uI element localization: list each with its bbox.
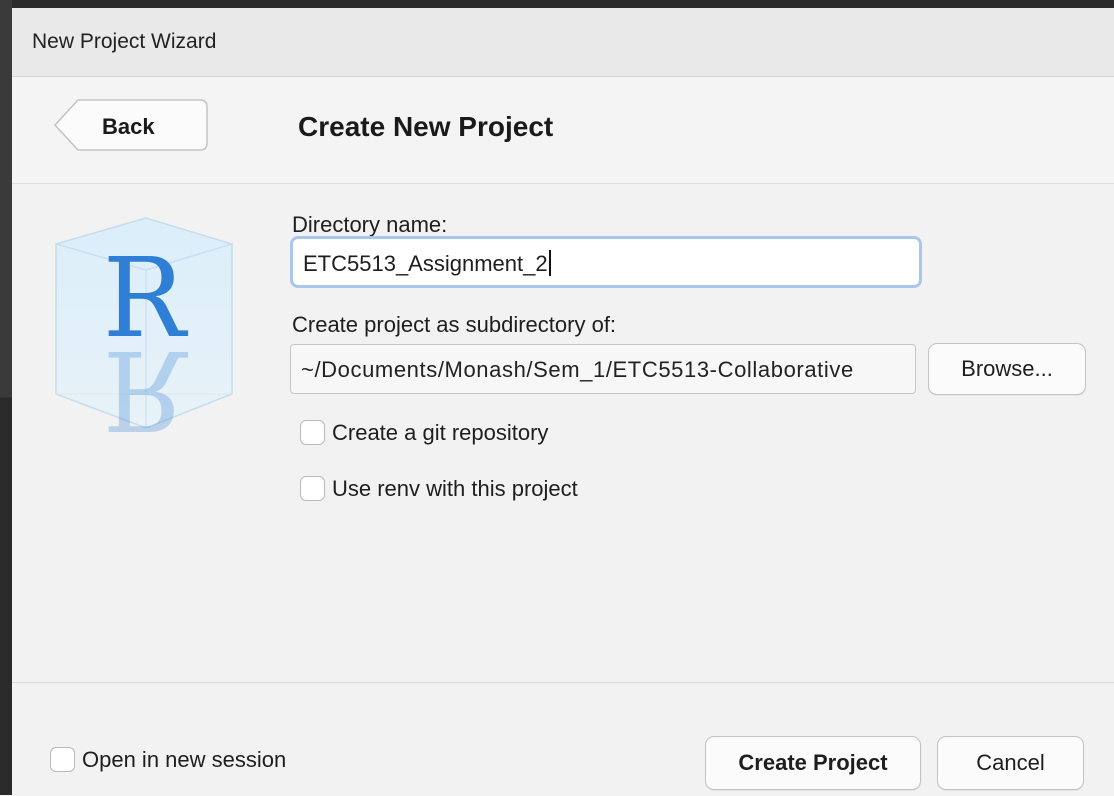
git-repository-checkbox[interactable] — [300, 420, 325, 445]
new-session-checkbox[interactable] — [50, 747, 75, 772]
title-bar: New Project Wizard — [12, 8, 1114, 77]
subdirectory-path-field[interactable]: ~/Documents/Monash/Sem_1/ETC5513-Collabo… — [290, 344, 916, 394]
text-caret — [548, 250, 551, 276]
wizard-footer: Open in new session Create Project Cance… — [12, 682, 1114, 796]
renv-label: Use renv with this project — [332, 476, 578, 501]
new-project-dialog: New Project Wizard Back Create New Proje… — [12, 8, 1114, 796]
cancel-button[interactable]: Cancel — [937, 736, 1084, 790]
subdirectory-label: Create project as subdirectory of: — [292, 312, 617, 337]
directory-name-value: ETC5513_Assignment_2 — [303, 251, 548, 276]
new-session-option[interactable]: Open in new session — [50, 747, 350, 777]
git-repository-label: Create a git repository — [332, 420, 549, 445]
git-repository-option[interactable]: Create a git repository — [300, 420, 620, 450]
back-button-label: Back — [102, 114, 155, 139]
svg-text:R: R — [103, 326, 189, 444]
subdirectory-path-value: ~/Documents/Monash/Sem_1/ETC5513-Collabo… — [301, 357, 854, 382]
wizard-content: R R Directory name: ETC5513_Assignment_2… — [12, 184, 1114, 682]
back-button[interactable]: Back — [54, 99, 208, 151]
r-cube-logo-icon: R R — [55, 217, 233, 444]
renv-option[interactable]: Use renv with this project — [300, 476, 660, 506]
window-frame-left — [0, 0, 12, 795]
create-project-button[interactable]: Create Project — [705, 736, 921, 790]
wizard-header: Back Create New Project — [12, 77, 1114, 184]
browse-button[interactable]: Browse... — [928, 343, 1086, 395]
page-title: Create New Project — [298, 111, 554, 142]
renv-checkbox[interactable] — [300, 476, 325, 501]
directory-name-input[interactable]: ETC5513_Assignment_2 — [290, 236, 922, 288]
directory-name-label: Directory name: — [292, 212, 448, 237]
window-frame-top — [0, 0, 1114, 8]
window-title: New Project Wizard — [32, 30, 217, 53]
new-session-label: Open in new session — [82, 747, 287, 772]
